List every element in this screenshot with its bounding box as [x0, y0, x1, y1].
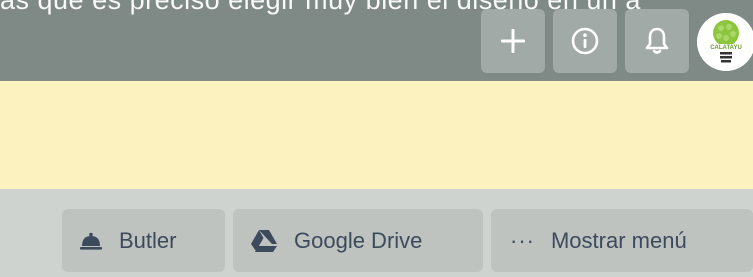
show-menu-label: Mostrar menú	[550, 227, 687, 253]
google-drive-label: Google Drive	[294, 227, 423, 253]
butler-button[interactable]: Butler	[62, 209, 225, 272]
show-menu-button[interactable]: ··· Mostrar menú	[491, 209, 753, 272]
avatar[interactable]: CALATAYU	[697, 13, 753, 71]
board-banner	[0, 81, 753, 189]
plus-icon	[499, 27, 527, 55]
calatayud-logo-icon: CALATAYU	[697, 13, 753, 71]
info-icon	[570, 26, 600, 56]
more-dots-icon: ···	[510, 227, 535, 253]
bell-icon	[643, 26, 671, 56]
butler-icon	[79, 231, 103, 251]
top-header: as que es preciso elegir muy bien el dis…	[0, 0, 753, 81]
google-drive-icon	[250, 229, 278, 253]
notifications-button[interactable]	[625, 9, 689, 73]
google-drive-button[interactable]: Google Drive	[233, 209, 483, 272]
add-button[interactable]	[481, 9, 545, 73]
info-button[interactable]	[553, 9, 617, 73]
avatar-logo-text: CALATAYU	[710, 45, 742, 51]
butler-label: Butler	[119, 227, 177, 253]
